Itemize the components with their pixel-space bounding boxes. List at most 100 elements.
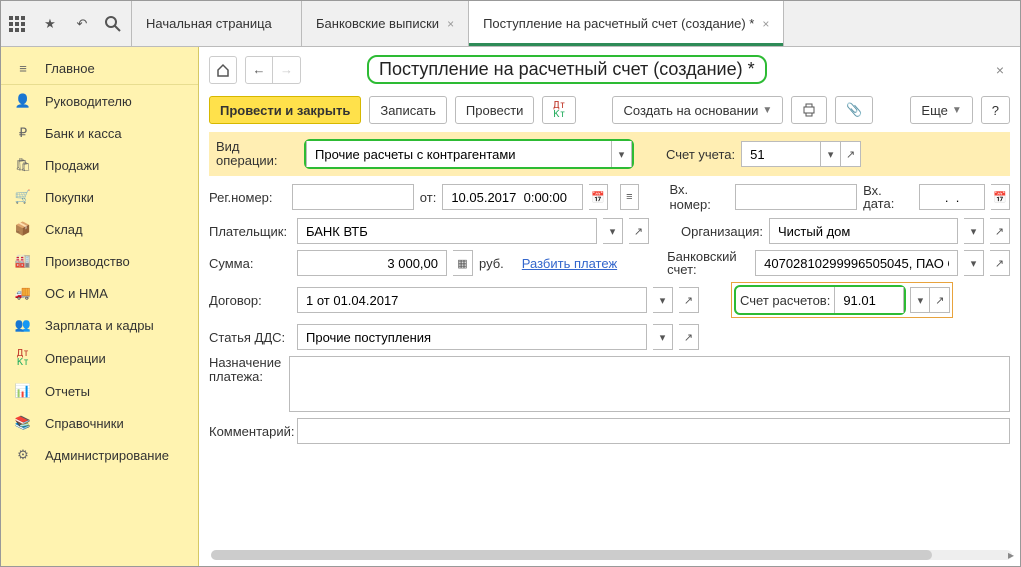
create-based-button[interactable]: Создать на основании▼ — [612, 96, 783, 124]
print-button[interactable] — [791, 96, 827, 124]
tab-home[interactable]: Начальная страница — [132, 1, 302, 46]
dropdown-button[interactable]: ▾ — [910, 287, 930, 313]
dropdown-button[interactable]: ▾ — [653, 324, 673, 350]
calc-button[interactable]: ▦ — [453, 250, 473, 276]
scroll-right-icon[interactable]: ▸ — [1008, 548, 1014, 562]
sidebar-item-warehouse[interactable]: 📦Склад — [1, 213, 198, 245]
label-settle-acct: Счет расчетов: — [736, 293, 834, 308]
caret-down-icon: ▼ — [952, 105, 962, 116]
reg-no-field[interactable] — [292, 184, 414, 210]
sidebar-item-manager[interactable]: 👤Руководителю — [1, 85, 198, 117]
history-icon[interactable]: ↶ — [73, 16, 91, 32]
grid-icon[interactable] — [9, 16, 27, 32]
sidebar-item-assets[interactable]: 🚚ОС и НМА — [1, 277, 198, 309]
sidebar-item-purchases[interactable]: 🛒Покупки — [1, 181, 198, 213]
bank-acct-input[interactable] — [762, 251, 951, 275]
date-field[interactable] — [442, 184, 583, 210]
in-no-field[interactable] — [735, 184, 857, 210]
dropdown-button[interactable]: ▾ — [612, 141, 632, 167]
dropdown-button[interactable]: ▾ — [964, 250, 984, 276]
settle-acct-input[interactable] — [841, 287, 897, 313]
search-icon[interactable] — [105, 16, 123, 32]
post-button[interactable]: Провести — [455, 96, 535, 124]
dropdown-button[interactable]: ▾ — [603, 218, 623, 244]
account-input[interactable] — [748, 142, 814, 166]
sidebar-item-label: Банк и касса — [45, 126, 122, 141]
back-button[interactable]: ← — [245, 56, 273, 84]
open-button[interactable]: ↗ — [679, 287, 699, 313]
close-icon[interactable]: × — [996, 62, 1004, 78]
help-button[interactable]: ? — [981, 96, 1010, 124]
open-button[interactable]: ↗ — [629, 218, 649, 244]
sys-icons: ★ ↶ — [1, 1, 132, 46]
split-link[interactable]: Разбить платеж — [522, 256, 617, 271]
comment-field[interactable] — [297, 418, 1010, 444]
post-and-close-button[interactable]: Провести и закрыть — [209, 96, 361, 124]
calendar-button[interactable]: 📅 — [991, 184, 1010, 210]
purpose-input[interactable] — [289, 356, 1010, 412]
open-button[interactable]: ↗ — [990, 218, 1010, 244]
sidebar-item-sales[interactable]: 🛍Продажи — [1, 149, 198, 181]
label-sum: Сумма: — [209, 256, 291, 271]
star-icon[interactable]: ★ — [41, 16, 59, 32]
op-type-field[interactable] — [306, 141, 612, 167]
sidebar-item-main[interactable]: ≡Главное — [1, 53, 198, 85]
sidebar-item-production[interactable]: 🏭Производство — [1, 245, 198, 277]
dds-field[interactable] — [297, 324, 647, 350]
label-contract: Договор: — [209, 293, 291, 308]
sum-input[interactable] — [304, 251, 440, 275]
label-bank-acct: Банковский счет: — [667, 250, 749, 276]
h-scrollbar[interactable]: ▸ — [211, 550, 1012, 560]
in-date-input[interactable] — [926, 185, 978, 209]
dds-input[interactable] — [304, 325, 640, 349]
org-field[interactable] — [769, 218, 958, 244]
org-input[interactable] — [776, 219, 951, 243]
close-icon[interactable]: × — [447, 17, 454, 31]
row-contract: Договор: ▾ ↗ Счет расчетов: ▾ ↗ — [209, 282, 1010, 318]
dropdown-button[interactable]: ▾ — [821, 141, 841, 167]
dropdown-button[interactable]: ▾ — [964, 218, 984, 244]
contract-input[interactable] — [304, 288, 640, 312]
contract-field[interactable] — [297, 287, 647, 313]
home-button[interactable] — [209, 56, 237, 84]
attach-button[interactable]: 📎 — [835, 96, 873, 124]
sidebar-item-dicts[interactable]: 📚Справочники — [1, 407, 198, 439]
tab-receipt[interactable]: Поступление на расчетный счет (создание)… — [469, 1, 784, 46]
sidebar-item-payroll[interactable]: 👥Зарплата и кадры — [1, 309, 198, 341]
date-input[interactable] — [449, 185, 576, 209]
payer-input[interactable] — [304, 219, 590, 243]
button-label: Провести — [466, 103, 524, 118]
account-field[interactable] — [741, 141, 821, 167]
factory-icon: 🏭 — [13, 253, 33, 269]
comment-input[interactable] — [304, 419, 1003, 443]
bank-acct-field[interactable] — [755, 250, 958, 276]
open-button[interactable]: ↗ — [930, 287, 950, 313]
tab-bank-statements[interactable]: Банковские выписки × — [302, 1, 469, 46]
settle-acct-field[interactable] — [834, 287, 904, 313]
calendar-button[interactable]: 📅 — [589, 184, 608, 210]
sidebar-item-admin[interactable]: ⚙Администрирование — [1, 439, 198, 471]
in-date-field[interactable] — [919, 184, 985, 210]
sidebar-item-bank[interactable]: ₽Банк и касса — [1, 117, 198, 149]
in-no-input[interactable] — [742, 185, 850, 209]
tab-strip: Начальная страница Банковские выписки × … — [132, 1, 784, 46]
forward-button[interactable]: → — [273, 56, 301, 84]
close-icon[interactable]: × — [762, 17, 769, 31]
more-button[interactable]: Еще▼ — [910, 96, 972, 124]
open-button[interactable]: ↗ — [679, 324, 699, 350]
dk-button[interactable]: ДтКт — [542, 96, 576, 124]
payer-field[interactable] — [297, 218, 597, 244]
op-type-input[interactable] — [313, 141, 605, 167]
open-button[interactable]: ↗ — [990, 250, 1010, 276]
save-button[interactable]: Записать — [369, 96, 447, 124]
sidebar-item-label: Главное — [45, 61, 95, 76]
sum-field[interactable] — [297, 250, 447, 276]
open-button[interactable]: ↗ — [841, 141, 861, 167]
reg-no-input[interactable] — [299, 185, 407, 209]
list-button[interactable]: ≡ — [620, 184, 639, 210]
sidebar-item-reports[interactable]: 📊Отчеты — [1, 375, 198, 407]
sidebar-item-label: Справочники — [45, 416, 124, 431]
dropdown-button[interactable]: ▾ — [653, 287, 673, 313]
sidebar-item-operations[interactable]: ДтКтОперации — [1, 341, 198, 375]
scrollbar-thumb[interactable] — [211, 550, 932, 560]
